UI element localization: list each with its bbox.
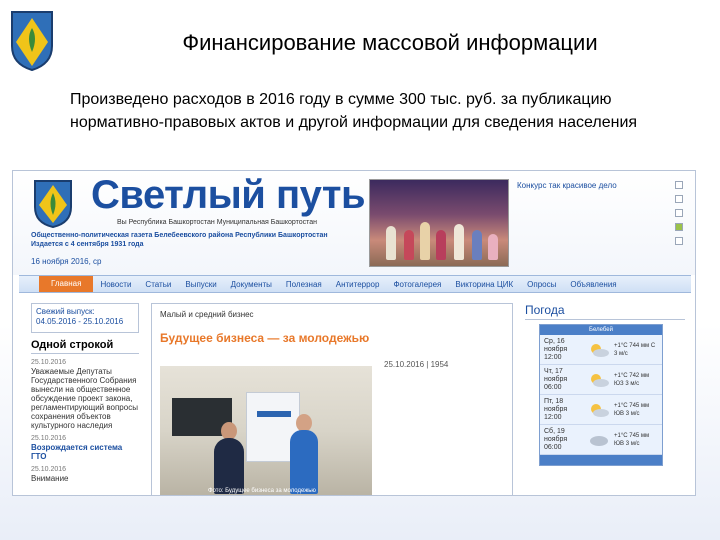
- list-item[interactable]: 25.10.2016 Возрождается система ГТО: [31, 434, 139, 461]
- slider-dot-active[interactable]: [675, 223, 683, 231]
- header-news-link[interactable]: Конкурс так красивое дело: [517, 181, 667, 191]
- site-header: Светлый путь Вы Республика Башкортостан …: [13, 171, 695, 275]
- cloud-sun-icon: [591, 403, 609, 417]
- issue-label: Свежий выпуск:: [36, 307, 95, 316]
- nav-item-articles[interactable]: Статьи: [138, 280, 178, 289]
- slider-dot[interactable]: [675, 181, 683, 189]
- nav-item-polls[interactable]: Опросы: [520, 280, 563, 289]
- nav-item-antiterror[interactable]: Антитеррор: [329, 280, 387, 289]
- slide-title: Финансирование массовой информации: [182, 30, 598, 55]
- cloud-sun-icon: [591, 343, 609, 357]
- item-date: 25.10.2016: [31, 435, 67, 442]
- nav-item-home[interactable]: Главная: [39, 276, 94, 292]
- article-title[interactable]: Будущее бизнеса — за молодежью: [160, 331, 504, 345]
- weather-day: Ср, 16 ноября 12:00: [540, 338, 584, 362]
- weather-row: Пт, 18 ноября 12:00 +1°C 745 мм ЮВ 3 м/с: [540, 395, 662, 425]
- person-man: [290, 430, 318, 494]
- header-slider-dots[interactable]: [675, 181, 687, 251]
- weather-time: 12:00: [544, 353, 562, 361]
- item-text[interactable]: Уважаемые Депутаты Государственного Собр…: [31, 367, 139, 430]
- cloud-sun-icon: [591, 373, 609, 387]
- item-date: 25.10.2016: [31, 359, 67, 366]
- weather-date: Сб, 19 ноября: [544, 427, 568, 443]
- article-photo[interactable]: Фото: Будущее бизнеса за молодежью: [160, 366, 372, 495]
- weather-row: Чт, 17 ноября 06:00 +1°C 742 мм ЮЗ 3 м/с: [540, 365, 662, 395]
- weather-date: Пт, 18 ноября: [544, 397, 568, 413]
- nav-item-quiz[interactable]: Викторина ЦИК: [448, 280, 520, 289]
- main-nav: Главная Новости Статьи Выпуски Документы…: [19, 275, 691, 293]
- nav-item-useful[interactable]: Полезная: [279, 280, 329, 289]
- weather-date: Ср, 16 ноября: [544, 337, 568, 353]
- site-logo[interactable]: Светлый путь: [91, 173, 366, 218]
- list-item[interactable]: 25.10.2016 Уважаемые Депутаты Государств…: [31, 358, 139, 430]
- weather-day: Сб, 19 ноября 06:00: [540, 428, 584, 452]
- right-sidebar: Погода Белебей Ср, 16 ноября 12:00 +1°C …: [525, 303, 685, 466]
- latest-issue-box[interactable]: Свежий выпуск: 04.05.2016 - 25.10.2016: [31, 303, 139, 333]
- list-item[interactable]: 25.10.2016 Внимание: [31, 465, 139, 483]
- weather-title: Погода: [525, 303, 685, 320]
- weather-day: Чт, 17 ноября 06:00: [540, 368, 584, 392]
- slide-body: Произведено расходов в 2016 году в сумме…: [70, 91, 638, 131]
- slider-dot[interactable]: [675, 195, 683, 203]
- weather-widget[interactable]: Белебей Ср, 16 ноября 12:00 +1°C 744 мм …: [539, 324, 663, 466]
- weather-values: +1°C 744 мм С 3 м/с: [614, 342, 656, 357]
- weather-values: +1°C 742 мм ЮЗ 3 м/с: [614, 372, 650, 387]
- weather-row: Ср, 16 ноября 12:00 +1°C 744 мм С 3 м/с: [540, 335, 662, 365]
- weather-day: Пт, 18 ноября 12:00: [540, 398, 584, 422]
- one-line-heading: Одной строкой: [31, 339, 139, 354]
- site-tagline: Вы Республика Башкортостан Муниципальная…: [117, 219, 318, 226]
- site-subtitle-line1: Общественно-политическая газета Белебеев…: [31, 232, 328, 239]
- left-sidebar: Свежий выпуск: 04.05.2016 - 25.10.2016 О…: [31, 303, 139, 483]
- main-article-panel: Малый и средний бизнес Будущее бизнеса —…: [151, 303, 513, 495]
- nav-item-gallery[interactable]: Фотогалерея: [386, 280, 448, 289]
- slider-dot[interactable]: [675, 209, 683, 217]
- weather-date: Чт, 17 ноября: [544, 367, 568, 383]
- header-photo[interactable]: [369, 179, 509, 267]
- item-date: 25.10.2016: [31, 466, 67, 473]
- nav-item-documents[interactable]: Документы: [224, 280, 279, 289]
- weather-time: 12:00: [544, 413, 562, 421]
- nav-item-ads[interactable]: Объявления: [563, 280, 623, 289]
- cloud-icon: [590, 435, 608, 446]
- site-subtitle: Общественно-политическая газета Белебеев…: [31, 231, 328, 249]
- site-date: 16 ноября 2016, ср: [31, 257, 102, 266]
- issue-dates: 04.05.2016 - 25.10.2016: [36, 317, 124, 326]
- slider-dot[interactable]: [675, 237, 683, 245]
- weather-row: Сб, 19 ноября 06:00 +1°C 745 мм ЮВ 3 м/с: [540, 425, 662, 455]
- weather-values: +1°C 745 мм ЮВ 3 м/с: [614, 432, 650, 447]
- weather-time: 06:00: [544, 443, 562, 451]
- photo-caption: Фото: Будущее бизнеса за молодежью: [208, 488, 316, 494]
- item-text[interactable]: Возрождается система ГТО: [31, 443, 139, 461]
- weather-time: 06:00: [544, 383, 562, 391]
- nav-item-news[interactable]: Новости: [93, 280, 138, 289]
- person-woman: [214, 438, 244, 494]
- website-screenshot: Светлый путь Вы Республика Башкортостан …: [12, 170, 696, 496]
- weather-footer: [540, 455, 662, 465]
- section-label[interactable]: Малый и средний бизнес: [160, 310, 504, 319]
- weather-location: Белебей: [540, 325, 662, 335]
- item-text[interactable]: Внимание: [31, 474, 139, 483]
- nav-item-issues[interactable]: Выпуски: [178, 280, 223, 289]
- site-subtitle-line2: Издается с 4 сентября 1931 года: [31, 241, 144, 248]
- article-date: 25.10.2016 | 1954: [384, 360, 449, 369]
- weather-values: +1°C 745 мм ЮВ 3 м/с: [614, 402, 650, 417]
- site-emblem-icon: [34, 180, 72, 229]
